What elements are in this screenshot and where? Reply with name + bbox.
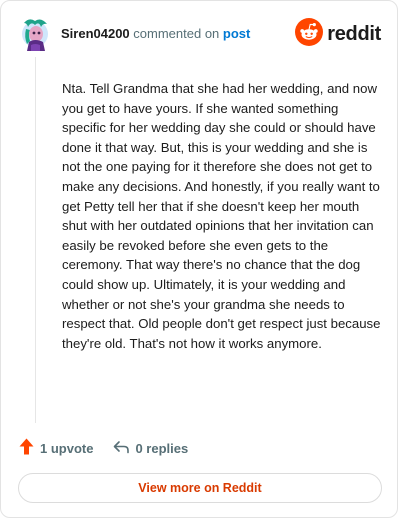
upvote-button[interactable]: 1 upvote [19, 438, 93, 458]
comment-body: Nta. Tell Grandma that she had her weddi… [62, 81, 381, 351]
avatar[interactable] [19, 17, 51, 51]
reddit-wordmark: reddit [327, 22, 381, 45]
reddit-logo-icon [295, 17, 324, 51]
replies-count: 0 replies [135, 440, 189, 456]
upvote-count: 1 upvote [40, 440, 94, 456]
view-more-button[interactable]: View more on Reddit [18, 473, 382, 503]
reply-arrow-icon [113, 440, 130, 457]
upvote-arrow-icon [19, 438, 34, 458]
post-link[interactable]: post [223, 26, 250, 41]
username-link[interactable]: Siren04200 [61, 26, 130, 41]
comment-header: Siren04200 commented on post reddit [19, 17, 381, 53]
commented-on-text: commented on [133, 26, 220, 41]
comment-meta: Siren04200 commented on post [61, 26, 250, 42]
reddit-brand[interactable]: reddit [295, 17, 381, 51]
replies-button[interactable]: 0 replies [113, 440, 188, 457]
embedded-comment-card: Siren04200 commented on post reddit Nta.… [0, 0, 398, 518]
thread-line [35, 57, 36, 423]
comment-actions: 1 upvote 0 replies [19, 437, 188, 459]
